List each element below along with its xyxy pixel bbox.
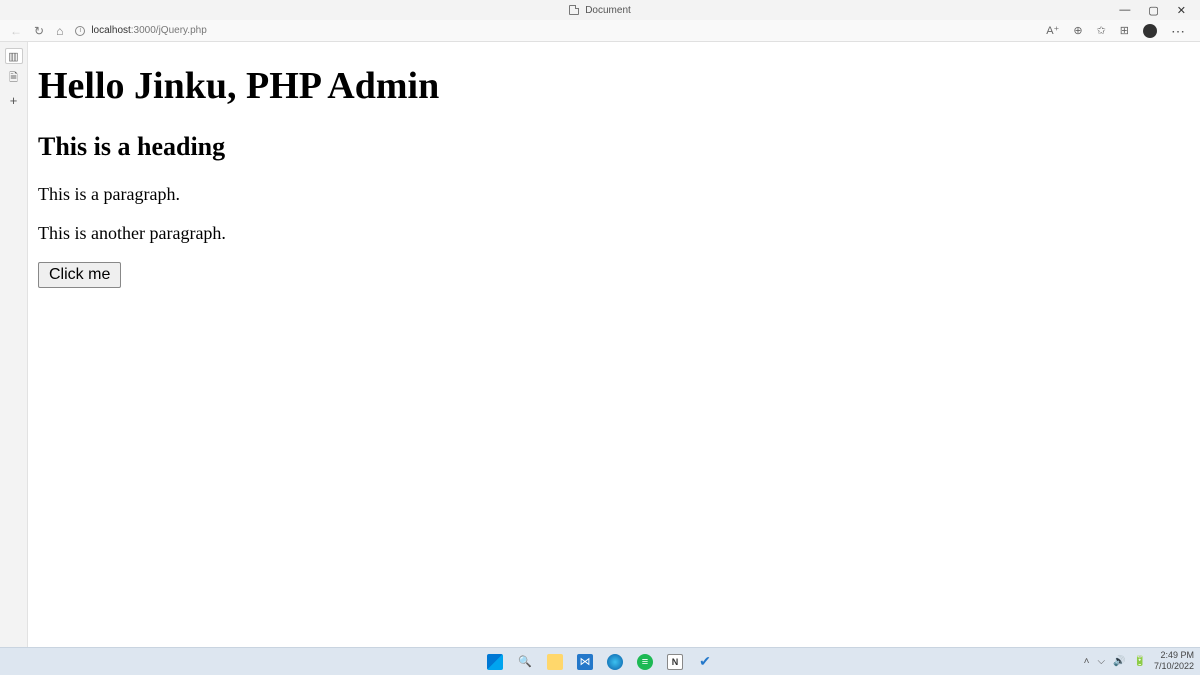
page-h1: Hello Jinku, PHP Admin (38, 64, 1190, 108)
system-tray: ˄ ⌵ 🔊 🔋 2:49 PM 7/10/2022 (1084, 647, 1194, 675)
info-icon[interactable]: i (75, 26, 85, 36)
toolbar-right: A⁺ ⊕ ✩ ⊞ ⋯ (1046, 24, 1190, 38)
close-button[interactable]: ✕ (1177, 4, 1186, 17)
collections-icon[interactable]: ⊞ (1120, 24, 1129, 37)
taskbar-center: 🔍 ⋈ ≡ N ✔ (487, 654, 713, 670)
page-content: Hello Jinku, PHP Admin This is a heading… (28, 42, 1200, 647)
home-button[interactable]: ⌂ (56, 24, 63, 38)
search-icon[interactable]: 🔍 (517, 654, 533, 670)
more-menu-icon[interactable]: ⋯ (1171, 24, 1186, 38)
zoom-icon[interactable]: ⊕ (1073, 24, 1082, 37)
edge-icon[interactable] (607, 654, 623, 670)
rail-tab-1[interactable]: ▥ (5, 48, 23, 64)
workspace: ▥ 🗎 + Hello Jinku, PHP Admin This is a h… (0, 42, 1200, 647)
clock-date: 7/10/2022 (1154, 661, 1194, 672)
start-button[interactable] (487, 654, 503, 670)
click-me-button[interactable]: Click me (38, 262, 121, 288)
profile-avatar[interactable] (1143, 24, 1157, 38)
vscode-icon[interactable]: ⋈ (577, 654, 593, 670)
clock-time: 2:49 PM (1154, 650, 1194, 661)
todo-icon[interactable]: ✔ (697, 654, 713, 670)
url-path: :3000/jQuery.php (131, 25, 207, 36)
window-controls: — ▢ ✕ (1105, 0, 1200, 21)
tab[interactable]: Document (569, 5, 631, 16)
taskbar: 🔍 ⋈ ≡ N ✔ ˄ ⌵ 🔊 🔋 2:49 PM 7/10/2022 (0, 647, 1200, 675)
page-h2: This is a heading (38, 132, 1190, 162)
rail-add-tab[interactable]: + (5, 92, 23, 108)
tray-chevron-icon[interactable]: ˄ (1084, 656, 1090, 667)
back-button[interactable]: ← (10, 24, 22, 38)
page-paragraph-2: This is another paragraph. (38, 223, 1190, 244)
clock[interactable]: 2:49 PM 7/10/2022 (1154, 650, 1194, 672)
vertical-tab-rail: ▥ 🗎 + (0, 42, 28, 647)
url-host: localhost (91, 25, 130, 36)
rail-tab-2[interactable]: 🗎 (5, 70, 23, 86)
favorites-icon[interactable]: ✩ (1097, 24, 1106, 37)
browser-toolbar: ← ↻ ⌂ i localhost:3000/jQuery.php A⁺ ⊕ ✩… (0, 20, 1200, 42)
maximize-button[interactable]: ▢ (1148, 4, 1158, 17)
page-paragraph-1: This is a paragraph. (38, 184, 1190, 205)
address-bar[interactable]: i localhost:3000/jQuery.php (75, 25, 1034, 36)
wifi-icon[interactable]: ⌵ (1097, 656, 1105, 667)
volume-icon[interactable]: 🔊 (1113, 656, 1125, 667)
file-explorer-icon[interactable] (547, 654, 563, 670)
refresh-button[interactable]: ↻ (34, 24, 44, 38)
tab-title: Document (585, 5, 631, 16)
file-icon (569, 5, 579, 15)
window-title-bar: Document — ▢ ✕ (0, 0, 1200, 20)
notion-icon[interactable]: N (667, 654, 683, 670)
read-aloud-icon[interactable]: A⁺ (1046, 24, 1059, 37)
battery-icon[interactable]: 🔋 (1134, 656, 1146, 667)
spotify-icon[interactable]: ≡ (637, 654, 653, 670)
minimize-button[interactable]: — (1119, 4, 1130, 17)
